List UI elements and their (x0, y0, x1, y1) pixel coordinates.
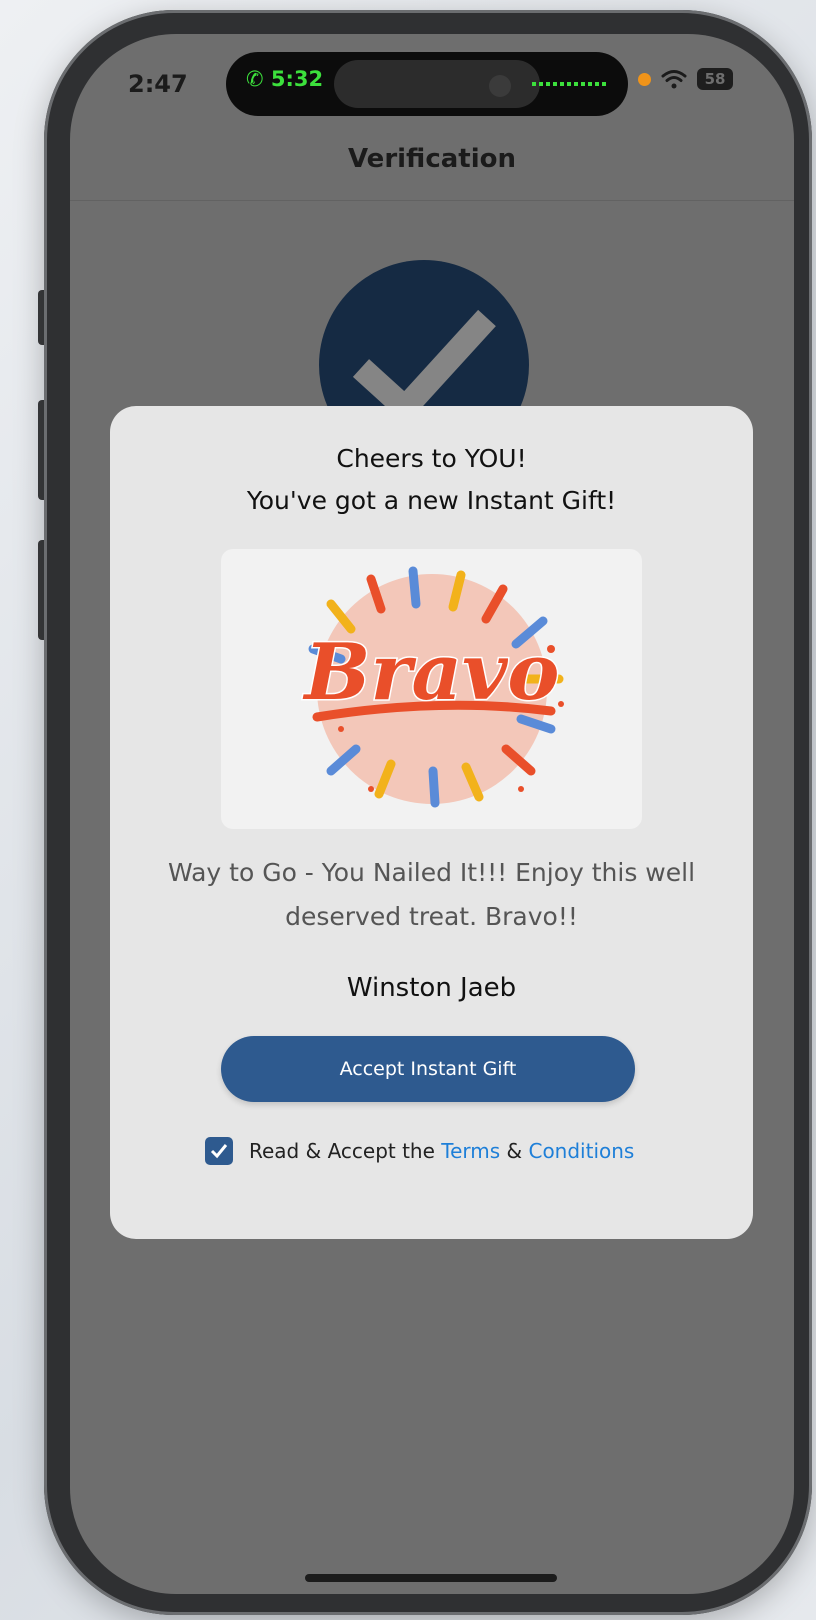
gift-message: Way to Go - You Nailed It!!! Enjoy this … (167, 858, 696, 931)
accept-instant-gift-button[interactable]: Accept Instant Gift (221, 1036, 635, 1102)
terms-link[interactable]: Terms (441, 1139, 500, 1163)
status-bar: 2:47 ✆ 5:32 58 (70, 34, 794, 134)
terms-prefix: Read & Accept the (249, 1139, 442, 1163)
wifi-icon (661, 70, 687, 89)
modal-title-line-2: You've got a new Instant Gift! (246, 486, 617, 515)
audio-icon (489, 75, 511, 97)
terms-checkbox[interactable] (205, 1137, 233, 1165)
gift-modal: Cheers to YOU! You've got a new Instant … (110, 406, 753, 1239)
status-icons: 58 (638, 68, 733, 90)
modal-title-line-1: Cheers to YOU! (336, 444, 527, 473)
dynamic-island[interactable]: ✆ 5:32 (226, 52, 628, 116)
mic-in-use-icon (638, 72, 651, 86)
checkmark-icon (210, 1144, 228, 1159)
terms-row: Read & Accept the Terms & Conditions (205, 1133, 725, 1169)
status-time: 2:47 (128, 70, 188, 98)
sender-name: Winston Jaeb (346, 973, 517, 1003)
terms-joiner: & (500, 1139, 529, 1163)
gift-image: Bravo (221, 549, 642, 829)
phone-icon: ✆ (246, 67, 264, 91)
conditions-link[interactable]: Conditions (528, 1139, 634, 1163)
call-timer: 5:32 (270, 67, 324, 91)
page-title: Verification (347, 144, 516, 174)
terms-label: Read & Accept the Terms & Conditions (249, 1139, 634, 1163)
battery-icon: 58 (697, 68, 733, 90)
call-indicator: ✆ 5:32 (246, 67, 323, 91)
home-indicator[interactable] (305, 1574, 557, 1582)
phone-screen: 2:47 ✆ 5:32 58 Verification Cheers to YO… (70, 34, 794, 1594)
waveform-icon (532, 82, 606, 86)
